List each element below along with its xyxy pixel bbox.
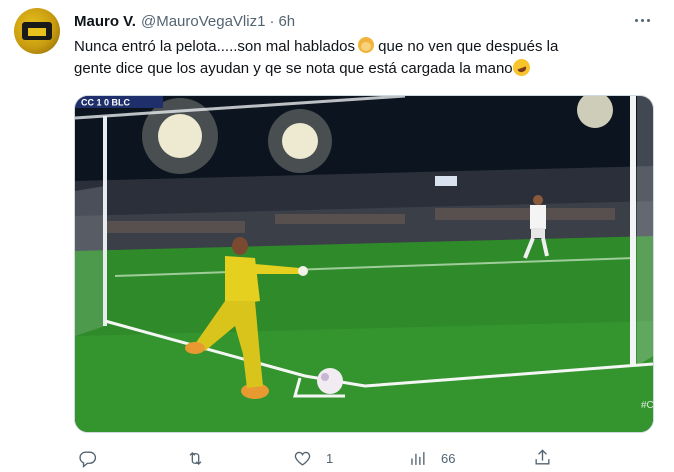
scoreboard-text: CC 1 0 BLC — [81, 98, 131, 108]
display-name[interactable]: Mauro V. — [74, 13, 136, 30]
like-button[interactable]: 1 — [293, 449, 333, 468]
tweet-text: Nunca entró la pelota.....son mal hablad… — [74, 36, 654, 80]
separator: · — [269, 12, 275, 30]
retweet-icon — [189, 452, 202, 465]
tweet-text-part1: Nunca entró la pelota.....son mal hablad… — [74, 38, 356, 55]
retweet-button[interactable] — [186, 449, 219, 468]
tweet-text-part2: que no ven que después la — [374, 38, 559, 55]
video-frame: CC 1 0 BLC #C — [75, 96, 653, 432]
user-handle[interactable]: @MauroVegaVliz1 — [141, 13, 265, 30]
heart-icon — [294, 451, 311, 466]
avatar-image-detail — [28, 28, 46, 36]
share-icon — [535, 449, 550, 465]
like-count: 1 — [326, 451, 334, 466]
tweet-header: Mauro V. @MauroVegaVliz1 · 6h — [74, 11, 295, 31]
tweet-actions: 1 66 — [0, 448, 674, 470]
views-button[interactable]: 66 — [408, 449, 455, 468]
timestamp[interactable]: 6h — [278, 13, 295, 30]
tweet-text-part3: gente dice que los ayudan y qe se nota q… — [74, 60, 513, 77]
reply-button[interactable] — [78, 449, 111, 468]
analytics-icon — [411, 452, 425, 465]
woman-shrugging-emoji-icon — [358, 37, 375, 53]
tweet-media-video[interactable]: CC 1 0 BLC #C — [74, 95, 654, 433]
more-options-icon[interactable] — [630, 10, 654, 30]
watermark-text: #C — [641, 400, 653, 411]
share-button[interactable] — [533, 448, 552, 467]
reply-icon — [79, 451, 97, 468]
avatar[interactable] — [14, 8, 60, 54]
views-count: 66 — [441, 451, 456, 466]
rolling-laughing-emoji-icon — [510, 56, 533, 79]
